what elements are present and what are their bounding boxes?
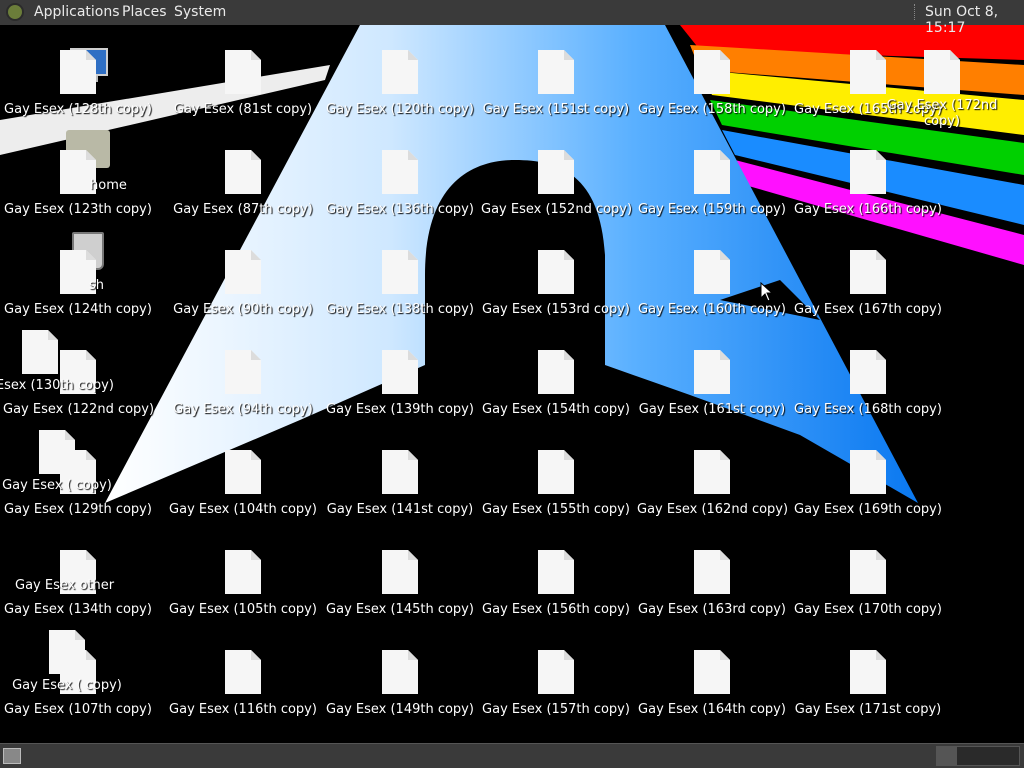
file-label: Gay Esex (151st copy) (482, 102, 630, 117)
file-label: Gay Esex (120th copy) (326, 102, 474, 117)
file-icon (382, 50, 418, 94)
other-label: Gay Esex other (15, 578, 115, 593)
file-icon (225, 650, 261, 694)
home-label: home (90, 178, 127, 193)
file-label: Gay Esex (157th copy) (482, 702, 630, 717)
file-label: Gay Esex (168th copy) (794, 402, 942, 417)
top-panel: Applications Places System Sun Oct 8, 15… (0, 0, 1024, 36)
file-label: Gay Esex (87th copy) (173, 202, 313, 217)
file-label: Gay Esex (169th copy) (794, 502, 942, 517)
file-label: Gay Esex (172nd copy) (886, 98, 998, 129)
file-icon (225, 550, 261, 594)
file-icon (850, 550, 886, 594)
file-icon (39, 430, 75, 474)
file-label: Gay Esex (136th copy) (326, 202, 474, 217)
file-icon (382, 450, 418, 494)
file-icon (225, 50, 261, 94)
file-icon (22, 330, 58, 374)
file-label: Gay Esex (104th copy) (169, 502, 317, 517)
file-icon (538, 350, 574, 394)
file-icon (694, 350, 730, 394)
file-icon (538, 150, 574, 194)
file-icon (225, 350, 261, 394)
file-icon (538, 50, 574, 94)
system-menu[interactable]: System (174, 4, 226, 20)
file-label: Gay Esex (123th copy) (4, 202, 152, 217)
file-label: Gay Esex (162nd copy) (637, 502, 789, 517)
file-icon (382, 650, 418, 694)
file-label: Gay Esex (149th copy) (326, 702, 474, 717)
file-label: Gay Esex (159th copy) (638, 202, 786, 217)
file-label: Gay Esex (116th copy) (169, 702, 317, 717)
file-label: Gay Esex (158th copy) (638, 102, 786, 117)
file-icon (382, 150, 418, 194)
panel-separator (914, 4, 917, 20)
distro-logo-icon[interactable] (6, 3, 24, 21)
file-label: Gay Esex (152nd copy) (481, 202, 633, 217)
file-label: Gay Esex (156th copy) (482, 602, 630, 617)
file-icon (694, 650, 730, 694)
file-label: Gay Esex (128th copy) (4, 102, 152, 117)
file-icon (850, 350, 886, 394)
file-icon (538, 550, 574, 594)
file-label: Gay Esex (124th copy) (4, 302, 152, 317)
file-label: Gay Esex (107th copy) (4, 702, 152, 717)
file-icon (538, 250, 574, 294)
file-label: Gay Esex (155th copy) (482, 502, 630, 517)
file-icon (850, 50, 886, 94)
file-label: Gay Esex (138th copy) (326, 302, 474, 317)
file-icon (538, 450, 574, 494)
file-icon (225, 250, 261, 294)
file-icon (49, 630, 85, 674)
file-label: Gay Esex (130th copy) (0, 378, 114, 393)
bottom-panel (0, 743, 1024, 768)
file-icon (382, 350, 418, 394)
file-label: Gay Esex (170th copy) (794, 602, 942, 617)
file-label: Gay Esex (105th copy) (169, 602, 317, 617)
file-label: Gay Esex (81st copy) (173, 102, 313, 117)
file-label: Gay Esex (145th copy) (326, 602, 474, 617)
mouse-cursor (760, 282, 774, 302)
places-menu[interactable]: Places (122, 4, 167, 20)
file-icon (694, 550, 730, 594)
file-icon (382, 550, 418, 594)
file-icon (694, 50, 730, 94)
trash-label: sh (89, 278, 105, 293)
file-label: Gay Esex (94th copy) (173, 402, 313, 417)
file-icon (382, 250, 418, 294)
file-icon (225, 450, 261, 494)
file-label: Gay Esex (166th copy) (794, 202, 942, 217)
file-label: Gay Esex (134th copy) (4, 602, 152, 617)
file-label: Gay Esex (139th copy) (326, 402, 474, 417)
file-icon (694, 250, 730, 294)
file-label: Gay Esex (141st copy) (326, 502, 474, 517)
file-icon (924, 50, 960, 94)
file-icon (850, 150, 886, 194)
clock[interactable]: Sun Oct 8, 15:17 (925, 4, 1024, 36)
show-desktop-icon[interactable] (3, 748, 21, 764)
file-icon (694, 150, 730, 194)
file-label: Gay Esex (161st copy) (638, 402, 786, 417)
file-label: Gay Esex (129th copy) (4, 502, 152, 517)
applications-menu[interactable]: Applications (34, 4, 120, 20)
file-label: Gay Esex ( copy) (2, 478, 112, 493)
file-icon (538, 650, 574, 694)
file-label: Gay Esex (163rd copy) (638, 602, 786, 617)
file-label: Gay Esex (171st copy) (794, 702, 942, 717)
file-icon (60, 50, 96, 94)
file-icon (850, 450, 886, 494)
file-label: Gay Esex (153rd copy) (482, 302, 630, 317)
file-icon (850, 650, 886, 694)
file-icon (225, 150, 261, 194)
file-label: Gay Esex (164th copy) (638, 702, 786, 717)
file-label: Gay Esex (122nd copy) (3, 402, 155, 417)
file-label: Gay Esex (90th copy) (173, 302, 313, 317)
file-label: Gay Esex (160th copy) (638, 302, 786, 317)
file-icon (850, 250, 886, 294)
file-icon (694, 450, 730, 494)
file-label: Gay Esex ( copy) (12, 678, 122, 693)
file-label: Gay Esex (154th copy) (482, 402, 630, 417)
workspace-switcher[interactable] (936, 746, 1020, 766)
file-label: Gay Esex (167th copy) (794, 302, 942, 317)
